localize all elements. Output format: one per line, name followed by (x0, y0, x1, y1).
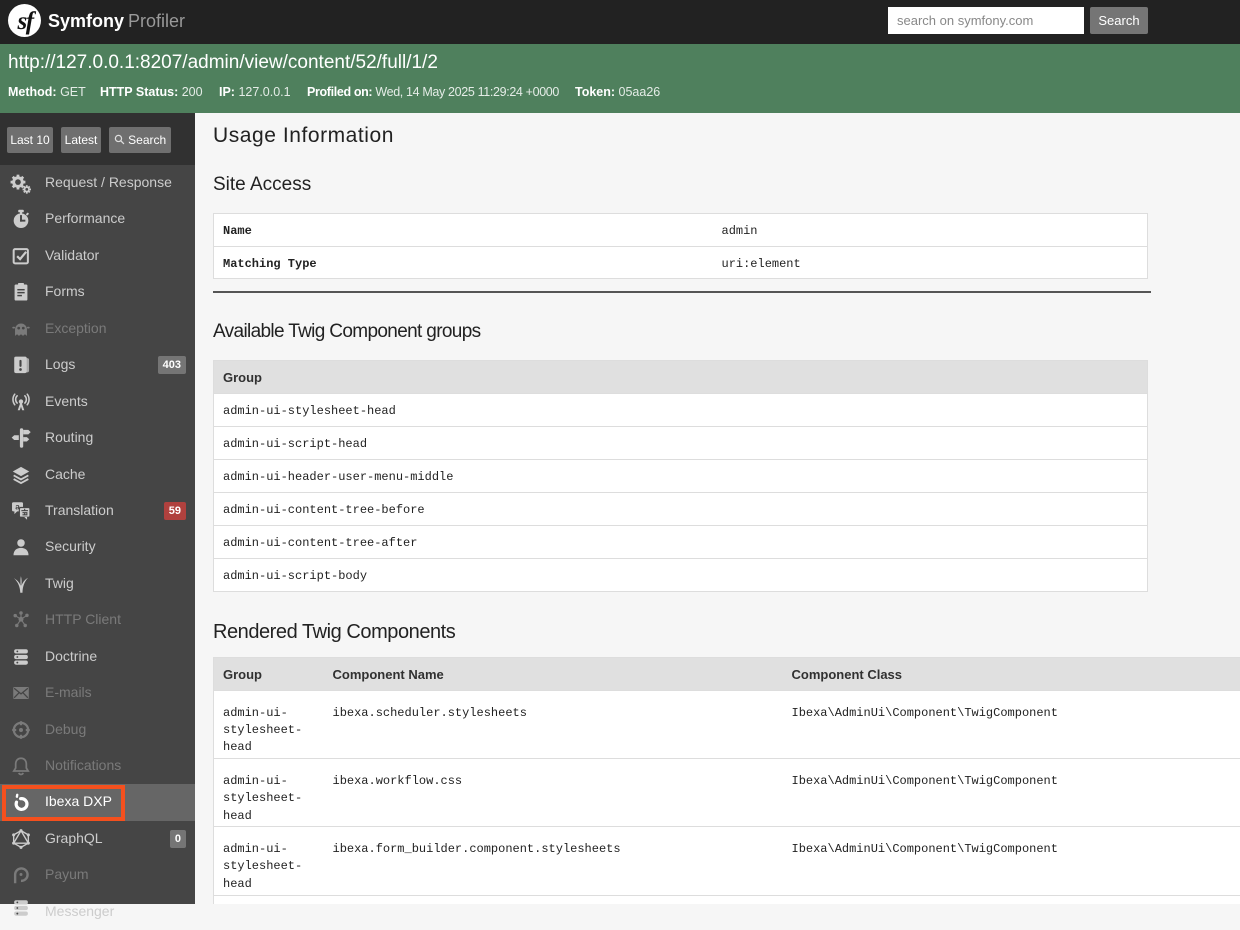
svg-text:sf: sf (16, 8, 36, 35)
